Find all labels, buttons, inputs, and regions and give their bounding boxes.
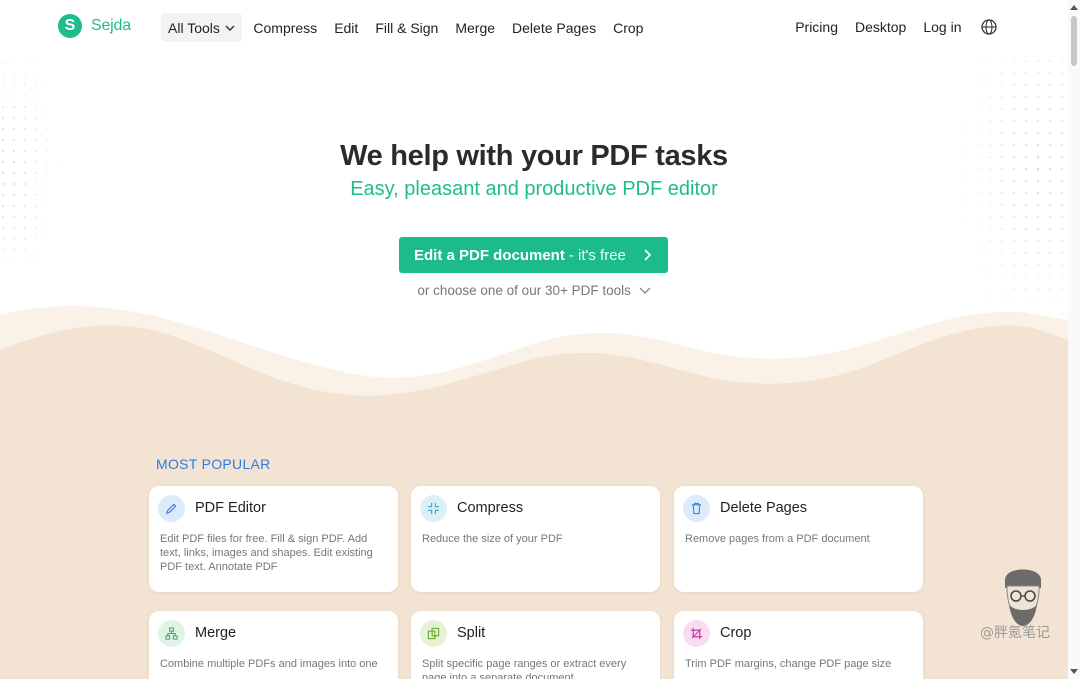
watermark-text: @胖氪笔记 (980, 625, 1050, 641)
tool-card-delete-pages[interactable]: Delete Pages Remove pages from a PDF doc… (674, 486, 923, 592)
card-description: Reduce the size of your PDF (422, 533, 563, 545)
cta-label: Edit a PDF document (414, 246, 565, 264)
merge-icon (158, 620, 185, 647)
tool-card-crop[interactable]: Crop Trim PDF margins, change PDF page s… (674, 611, 923, 679)
all-tools-label: All Tools (168, 19, 220, 36)
compress-icon (420, 495, 447, 522)
choose-tools-label: or choose one of our 30+ PDF tools (417, 283, 631, 298)
card-description: Split specific page ranges or extract ev… (422, 658, 627, 679)
card-description: Remove pages from a PDF document (685, 533, 870, 545)
section-label-most-popular: MOST POPULAR (156, 456, 271, 472)
vertical-scrollbar[interactable] (1068, 0, 1080, 679)
nav-link-crop[interactable]: Crop (605, 14, 652, 42)
card-description: Edit PDF files for free. Fill & sign PDF… (160, 533, 373, 573)
card-title: PDF Editor (195, 500, 266, 516)
split-icon (420, 620, 447, 647)
nav-link-delete-pages[interactable]: Delete Pages (504, 14, 605, 42)
account-nav: Pricing Desktop Log in (787, 13, 998, 41)
dots-decoration-left (0, 60, 80, 270)
hero-subtitle: Easy, pleasant and productive PDF editor (350, 178, 718, 200)
nav-link-compress[interactable]: Compress (245, 14, 326, 42)
card-description: Trim PDF margins, change PDF page size (685, 658, 892, 670)
scroll-up-arrow-icon[interactable] (1070, 4, 1078, 10)
sejda-logo[interactable]: S Sejda (58, 14, 131, 38)
scrollbar-thumb[interactable] (1071, 16, 1077, 66)
scroll-down-arrow-icon[interactable] (1070, 669, 1078, 675)
nav-link-fill-sign[interactable]: Fill & Sign (367, 14, 447, 42)
tool-card-compress[interactable]: Compress Reduce the size of your PDF (411, 486, 660, 592)
nav-link-login[interactable]: Log in (915, 13, 970, 41)
logo-text: Sejda (91, 17, 131, 34)
card-title: Crop (720, 625, 752, 641)
dots-decoration-right (950, 45, 1068, 315)
crop-icon (683, 620, 710, 647)
main-nav: All Tools Compress Edit Fill & Sign Merg… (161, 13, 652, 42)
choose-tools-link[interactable]: or choose one of our 30+ PDF tools (0, 283, 1068, 298)
page: S Sejda All Tools Compress Edit Fill & S… (0, 0, 1080, 679)
tool-card-merge[interactable]: Merge Combine multiple PDFs and images i… (149, 611, 398, 679)
nav-link-edit[interactable]: Edit (326, 14, 367, 42)
logo-mark-icon: S (58, 14, 82, 38)
tool-card-split[interactable]: Split Split specific page ranges or extr… (411, 611, 660, 679)
trash-icon (683, 495, 710, 522)
pencil-icon (158, 495, 185, 522)
chevron-down-icon (639, 287, 651, 294)
edit-pdf-button[interactable]: Edit a PDF document - it's free (399, 237, 668, 273)
all-tools-dropdown[interactable]: All Tools (161, 13, 242, 42)
nav-link-pricing[interactable]: Pricing (787, 13, 847, 41)
nav-link-desktop[interactable]: Desktop (846, 13, 914, 41)
top-navbar: S Sejda All Tools Compress Edit Fill & S… (0, 0, 1068, 56)
chevron-right-icon (644, 249, 652, 261)
tool-card-pdf-editor[interactable]: PDF Editor Edit PDF files for free. Fill… (149, 486, 398, 592)
cta-free-label: - it's free (568, 246, 626, 264)
card-title: Compress (457, 500, 524, 516)
nav-link-merge[interactable]: Merge (447, 14, 504, 42)
card-title: Merge (195, 625, 237, 641)
card-description: Combine multiple PDFs and images into on… (160, 658, 378, 670)
hero-title: We help with your PDF tasks (340, 140, 728, 172)
chevron-down-icon (225, 25, 235, 31)
globe-icon[interactable] (980, 18, 998, 36)
card-title: Delete Pages (720, 500, 808, 516)
card-title: Split (457, 625, 486, 641)
